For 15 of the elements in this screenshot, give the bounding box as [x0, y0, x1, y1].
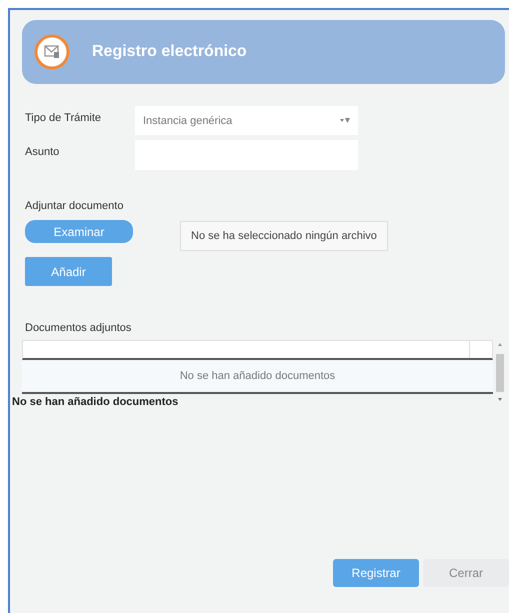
mail-badge-icon: [34, 34, 70, 70]
section-label: Documentos adjuntos: [25, 322, 132, 334]
status-text: No se han añadido documentos: [12, 396, 180, 408]
add-button[interactable]: Añadir: [25, 257, 112, 286]
field-label: Tipo de Trámite: [24, 111, 102, 124]
register-button[interactable]: Registrar: [333, 559, 419, 587]
dropdown[interactable]: Instancia genérica: [135, 106, 358, 135]
section-label: Adjuntar documento: [25, 200, 124, 212]
browse-button[interactable]: Examinar: [25, 220, 133, 243]
file-status: No se ha seleccionado ningún archivo: [180, 221, 388, 251]
empty-message: No se han añadido documentos: [22, 360, 493, 394]
close-button[interactable]: Cerrar: [423, 559, 509, 587]
caret-icon: [340, 118, 350, 124]
window-title: Registro electrónico: [92, 43, 247, 61]
field-label: Asunto: [24, 145, 60, 158]
